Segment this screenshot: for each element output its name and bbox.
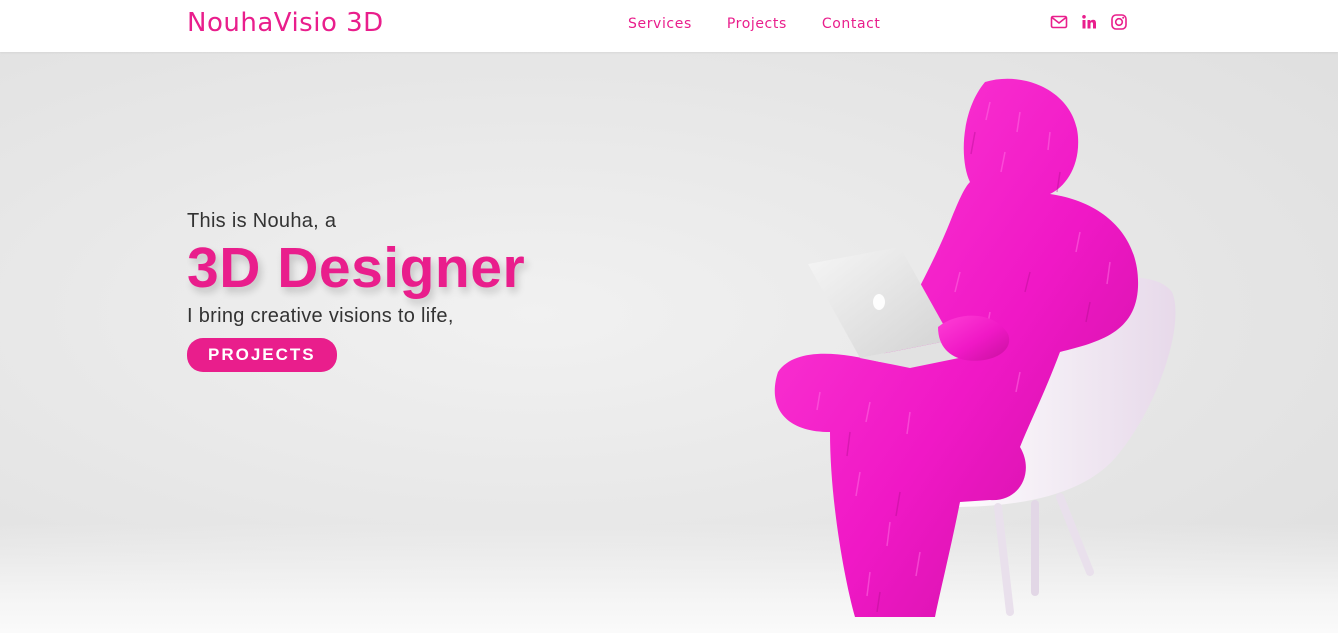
brand-logo[interactable]: NouhaVisio 3D (187, 8, 384, 38)
mail-icon[interactable] (1050, 13, 1068, 31)
hero-tagline: I bring creative visions to life, (187, 305, 454, 327)
linkedin-icon[interactable] (1080, 13, 1098, 31)
hero-title: 3D Designer (187, 236, 526, 300)
nav-links: Services Projects Contact (628, 16, 881, 32)
nav-link-contact[interactable]: Contact (822, 16, 881, 32)
navbar: NouhaVisio 3D Services Projects Contact (0, 0, 1338, 52)
projects-button[interactable]: PROJECTS (187, 338, 337, 372)
hero-intro: This is Nouha, a (187, 210, 337, 232)
hero-text: This is Nouha, a 3D Designer I bring cre… (187, 210, 525, 372)
social-links (1050, 13, 1128, 31)
nav-link-projects[interactable]: Projects (727, 16, 787, 32)
hero-illustration (774, 78, 1176, 618)
nav-link-services[interactable]: Services (628, 16, 692, 32)
instagram-icon[interactable] (1110, 13, 1128, 31)
hero-section: This is Nouha, a 3D Designer I bring cre… (0, 52, 1338, 633)
